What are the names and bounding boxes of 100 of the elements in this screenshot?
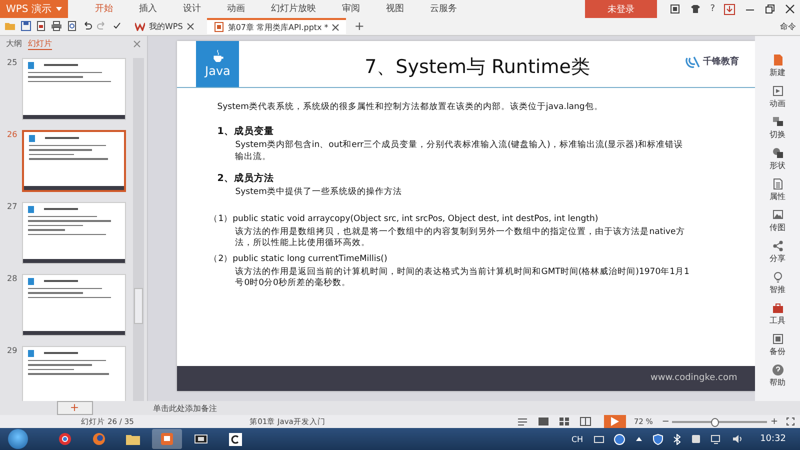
brand-logo-icon xyxy=(685,54,702,69)
property-icon xyxy=(772,178,784,190)
section-heading: 2、成员方法 xyxy=(217,172,275,186)
sidebar-button[interactable]: 动画 xyxy=(755,84,800,113)
slide-number: 28 xyxy=(7,274,18,285)
shield-icon[interactable] xyxy=(653,434,664,445)
slides-file-icon xyxy=(214,22,224,32)
zoom-out-button[interactable]: − xyxy=(662,416,670,427)
coffee-cup-icon xyxy=(212,49,224,62)
printer-icon[interactable] xyxy=(51,21,62,32)
volume-icon[interactable] xyxy=(732,434,744,444)
sidebar-button[interactable]: 形状 xyxy=(755,146,800,175)
play-button[interactable] xyxy=(604,415,626,428)
browser-icon xyxy=(58,432,72,446)
brand-name: 千锋教育 xyxy=(703,55,740,68)
start-button[interactable] xyxy=(8,429,28,450)
slide-thumbnail[interactable] xyxy=(22,274,126,336)
slide-thumbnail[interactable] xyxy=(22,130,126,192)
sidebar-button[interactable]: 工具 xyxy=(755,302,800,330)
preview-icon[interactable] xyxy=(67,21,77,32)
new-tab-button[interactable]: + xyxy=(354,19,364,34)
tools-icon xyxy=(772,302,784,314)
fit-window-icon[interactable] xyxy=(786,417,795,426)
slide-paragraph: System类中提供了一些系统级的操作方法 xyxy=(235,187,403,199)
caret-icon xyxy=(56,7,62,11)
slide-paragraph: System类内部包含in、out和err三个成员变量，分别代表标准输入流(键盘输入)，标准输出流(显示器)和标准错误输出流。 xyxy=(235,140,684,164)
menu-tab[interactable]: 插入 xyxy=(126,0,170,18)
slide-number: 25 xyxy=(7,58,18,69)
undo-icon[interactable] xyxy=(82,21,92,32)
zoom-in-button[interactable]: + xyxy=(770,416,778,427)
menu-tab[interactable]: 云服务 xyxy=(417,0,470,18)
document-tab[interactable]: 我的WPS xyxy=(128,18,201,34)
panel-tab[interactable]: 大纲 xyxy=(6,38,22,50)
menu-tab[interactable]: 动画 xyxy=(214,0,258,18)
add-slide-button[interactable]: + xyxy=(56,401,92,416)
menu-tab[interactable]: 幻灯片放映 xyxy=(258,0,329,18)
close-icon[interactable] xyxy=(186,22,194,30)
sidebar-button[interactable]: 新建 xyxy=(755,54,800,82)
image-icon xyxy=(772,208,784,221)
bluetooth-icon[interactable] xyxy=(673,434,682,445)
tab-label: 我的WPS xyxy=(149,20,183,32)
command-search-field[interactable]: 命令 xyxy=(780,20,796,32)
menu-tab[interactable]: 视图 xyxy=(373,0,417,18)
sidebar-button[interactable]: 智推 xyxy=(755,270,800,299)
logo-text: Java xyxy=(205,64,230,78)
menu-tab[interactable]: 审阅 xyxy=(329,0,373,18)
close-icon[interactable] xyxy=(332,24,340,31)
slide-number: 29 xyxy=(7,346,18,357)
taskbar-app[interactable] xyxy=(152,429,182,450)
menu-tab[interactable]: 开始 xyxy=(82,0,126,18)
network-icon[interactable] xyxy=(711,434,722,444)
restore-icon[interactable] xyxy=(765,4,775,14)
animation-icon xyxy=(772,84,784,97)
globe-icon xyxy=(92,432,106,446)
slide-title: 7、System与 Runtime类 xyxy=(364,54,591,80)
app-icon xyxy=(228,432,242,446)
notes-view-icon[interactable] xyxy=(516,417,528,426)
sidebar-button[interactable]: 帮助 xyxy=(755,364,800,392)
play-icon xyxy=(610,417,619,426)
save-icon[interactable] xyxy=(21,21,31,32)
slide-thumbnail[interactable] xyxy=(22,202,126,264)
shirt-icon[interactable] xyxy=(690,4,702,14)
reading-view-icon[interactable] xyxy=(580,417,591,426)
slides-app-icon xyxy=(161,433,173,446)
normal-view-icon[interactable] xyxy=(538,417,549,426)
slide-number: 27 xyxy=(7,202,18,213)
slide-number: 26 xyxy=(7,130,18,141)
sorter-view-icon[interactable] xyxy=(558,417,570,426)
notes-field[interactable]: 单击此处添加备注 xyxy=(153,402,217,414)
sidebar-button[interactable]: 备份 xyxy=(755,332,800,361)
slide-thumbnail[interactable] xyxy=(22,58,126,120)
language-indicator[interactable]: CH xyxy=(571,434,584,444)
section-heading: 1、成员变量 xyxy=(217,125,275,138)
tab-label: 第07章 常用类库API.pptx * xyxy=(228,22,328,33)
help-button[interactable]: ? xyxy=(710,4,715,14)
scrollbar[interactable] xyxy=(133,58,144,401)
wps-logo-icon xyxy=(135,21,145,32)
sidebar-button[interactable]: 属性 xyxy=(755,178,800,206)
slide-thumbnail[interactable] xyxy=(22,346,126,401)
login-button[interactable]: 未登录 xyxy=(585,0,658,18)
sidebar-button[interactable]: 分享 xyxy=(755,240,800,268)
sidebar-button[interactable]: 传图 xyxy=(755,208,800,237)
close-icon[interactable] xyxy=(785,4,795,14)
sidebar-button[interactable]: 切换 xyxy=(755,116,800,144)
film-icon xyxy=(194,433,208,446)
clock: 10:32 xyxy=(760,434,786,444)
slide-paragraph: System类代表系统，系统级的很多属性和控制方法都放置在该类的内部。该类位于java.lang包。 xyxy=(217,102,604,114)
method-signature: （2）public static long currentTimeMillis() xyxy=(209,252,388,264)
menu-tab[interactable]: 设计 xyxy=(170,0,214,18)
share-icon xyxy=(772,240,784,252)
slide-paragraph: 该方法的作用是返回当前的计算机时间，时间的表达格式为当前计算机时间和GMT时间(格林威治时间)1970年1月1号0时0分0秒所差的毫秒数。 xyxy=(235,266,690,290)
download-icon[interactable] xyxy=(724,4,735,14)
shape-icon xyxy=(772,146,784,159)
device-icon[interactable] xyxy=(691,434,702,444)
document-tab[interactable]: 第07章 常用类库API.pptx * xyxy=(206,18,346,34)
keyboard-icon[interactable] xyxy=(594,434,604,444)
switch-icon xyxy=(772,116,784,128)
new-icon xyxy=(772,54,784,66)
method-signature: （1）public static void arraycopy(Object src, int srcPos, Object dest, int destPos, int length) xyxy=(209,212,600,225)
slide-paragraph: 该方法的作用是数组拷贝，也就是将一个数组中的内容复制到另外一个数组中的指定位置，由于该方法是native方法，所以性能上比使用循环高效。 xyxy=(235,226,686,250)
